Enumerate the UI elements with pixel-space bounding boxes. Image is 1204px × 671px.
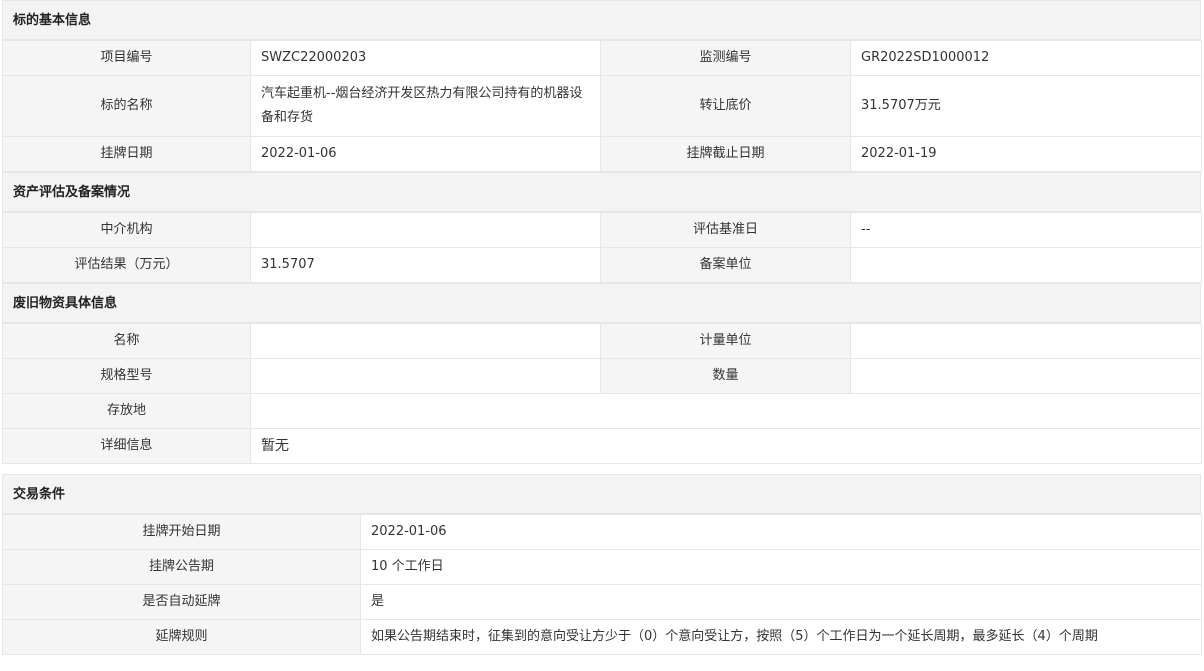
table-row: 是否自动延牌 是 <box>2 584 1202 620</box>
measure-unit-label: 计量单位 <box>600 323 851 359</box>
table-row: 中介机构 评估基准日 -- <box>2 212 1202 248</box>
reserve-price-value: 31.5707万元 <box>850 75 1202 137</box>
monitor-no-value: GR2022SD1000012 <box>850 40 1202 76</box>
extend-rule-label: 延牌规则 <box>2 619 361 655</box>
quantity-value <box>850 358 1202 394</box>
section-title-assessment: 资产评估及备案情况 <box>2 172 1201 212</box>
table-row: 详细信息 暂无 <box>2 428 1202 464</box>
detail-page: 标的基本信息 项目编号 SWZC22000203 监测编号 GR2022SD10… <box>2 0 1202 655</box>
table-row: 规格型号 数量 <box>2 358 1202 394</box>
listing-start-value: 2022-01-06 <box>360 514 1202 550</box>
measure-unit-value <box>850 323 1202 359</box>
filing-unit-label: 备案单位 <box>600 247 851 283</box>
table-row: 挂牌日期 2022-01-06 挂牌截止日期 2022-01-19 <box>2 136 1202 172</box>
table-row: 延牌规则 如果公告期结束时，征集到的意向受让方少于（0）个意向受让方，按照（5）… <box>2 619 1202 655</box>
notice-period-value: 10 个工作日 <box>360 549 1202 585</box>
listing-date-value: 2022-01-06 <box>250 136 601 172</box>
listing-end-date-label: 挂牌截止日期 <box>600 136 851 172</box>
listing-date-label: 挂牌日期 <box>2 136 251 172</box>
assessment-result-label: 评估结果（万元） <box>2 247 251 283</box>
waste-info-table: 名称 计量单位 规格型号 数量 存放地 详细信息 暂无 <box>2 323 1202 464</box>
table-row: 挂牌公告期 10 个工作日 <box>2 549 1202 585</box>
project-no-label: 项目编号 <box>2 40 251 76</box>
quantity-label: 数量 <box>600 358 851 394</box>
basic-info-table: 项目编号 SWZC22000203 监测编号 GR2022SD1000012 标… <box>2 40 1202 172</box>
notice-period-label: 挂牌公告期 <box>2 549 361 585</box>
auto-extend-value: 是 <box>360 584 1202 620</box>
assessment-result-value: 31.5707 <box>250 247 601 283</box>
spec-value <box>250 358 601 394</box>
trade-conditions-table: 挂牌开始日期 2022-01-06 挂牌公告期 10 个工作日 是否自动延牌 是… <box>2 514 1202 655</box>
table-row: 名称 计量单位 <box>2 323 1202 359</box>
section-title-basic: 标的基本信息 <box>2 0 1201 40</box>
item-name-label: 标的名称 <box>2 75 251 137</box>
project-no-value: SWZC22000203 <box>250 40 601 76</box>
auto-extend-label: 是否自动延牌 <box>2 584 361 620</box>
base-date-label: 评估基准日 <box>600 212 851 248</box>
table-row: 评估结果（万元） 31.5707 备案单位 <box>2 247 1202 283</box>
detail-info-label: 详细信息 <box>2 428 251 464</box>
listing-end-date-value: 2022-01-19 <box>850 136 1202 172</box>
material-name-value <box>250 323 601 359</box>
base-date-value: -- <box>850 212 1202 248</box>
section-title-waste: 废旧物资具体信息 <box>2 283 1201 323</box>
section-title-trade: 交易条件 <box>2 474 1201 514</box>
monitor-no-label: 监测编号 <box>600 40 851 76</box>
item-name-value: 汽车起重机--烟台经济开发区热力有限公司持有的机器设备和存货 <box>250 75 601 137</box>
table-row: 挂牌开始日期 2022-01-06 <box>2 514 1202 550</box>
detail-info-value: 暂无 <box>250 428 1202 464</box>
agency-label: 中介机构 <box>2 212 251 248</box>
agency-value <box>250 212 601 248</box>
spec-label: 规格型号 <box>2 358 251 394</box>
filing-unit-value <box>850 247 1202 283</box>
assessment-table: 中介机构 评估基准日 -- 评估结果（万元） 31.5707 备案单位 <box>2 212 1202 283</box>
storage-location-value <box>250 393 1202 429</box>
storage-location-label: 存放地 <box>2 393 251 429</box>
material-name-label: 名称 <box>2 323 251 359</box>
extend-rule-value: 如果公告期结束时，征集到的意向受让方少于（0）个意向受让方，按照（5）个工作日为… <box>360 619 1202 655</box>
table-row: 存放地 <box>2 393 1202 429</box>
reserve-price-label: 转让底价 <box>600 75 851 137</box>
table-row: 项目编号 SWZC22000203 监测编号 GR2022SD1000012 <box>2 40 1202 76</box>
table-row: 标的名称 汽车起重机--烟台经济开发区热力有限公司持有的机器设备和存货 转让底价… <box>2 75 1202 137</box>
listing-start-label: 挂牌开始日期 <box>2 514 361 550</box>
